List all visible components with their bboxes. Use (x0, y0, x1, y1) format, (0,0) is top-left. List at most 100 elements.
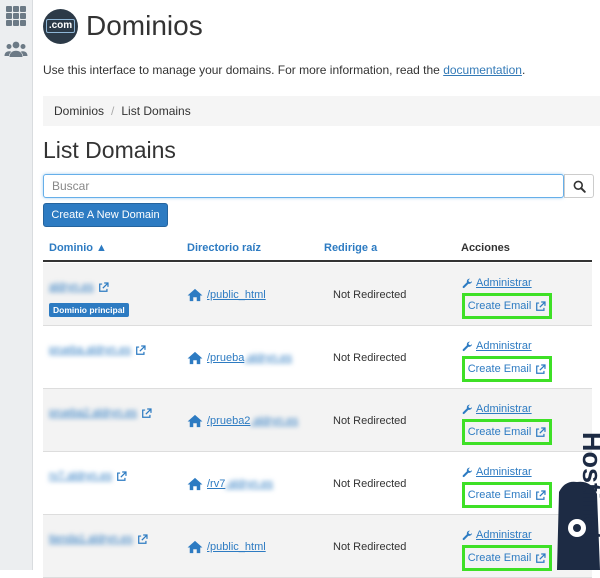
external-link-icon (536, 489, 546, 500)
wrench-icon (462, 530, 472, 540)
wrench-icon (462, 278, 472, 288)
docroot-path-suffix: .aldryn.es (225, 478, 274, 490)
create-email-button[interactable]: Create Email (462, 419, 552, 445)
external-link-icon (536, 300, 546, 311)
create-email-label: Create Email (467, 300, 532, 312)
breadcrumb: Dominios / List Domains (43, 96, 600, 126)
home-icon (187, 477, 203, 491)
manage-label: Administrar (476, 277, 532, 289)
column-header-domain[interactable]: Dominio ▲ (49, 242, 107, 254)
column-header-actions: Acciones (461, 242, 510, 254)
redirect-status: Not Redirected (333, 289, 407, 301)
domain-link[interactable]: aldryn.es (49, 281, 109, 293)
column-header-redirect[interactable]: Redirige a (324, 242, 377, 254)
manage-label: Administrar (476, 340, 532, 352)
manage-label: Administrar (476, 529, 532, 541)
create-email-label: Create Email (467, 552, 532, 564)
domain-name: tienda1.aldryn.es (49, 533, 133, 545)
create-email-label: Create Email (467, 426, 532, 438)
wrench-icon (462, 341, 472, 351)
search-input[interactable] (43, 174, 564, 198)
column-header-docroot[interactable]: Directorio raíz (187, 242, 261, 254)
external-link-icon (536, 363, 546, 374)
docroot-path: /public_html (207, 289, 266, 301)
table-header: Dominio ▲ Directorio raíz Redirige a Acc… (43, 236, 592, 262)
redirect-status: Not Redirected (333, 415, 407, 427)
breadcrumb-item-list-domains: List Domains (121, 104, 191, 118)
table-row: prueba2.aldryn.es/prueba2 .aldryn.es Not R… (43, 389, 592, 452)
external-link-icon (98, 281, 109, 292)
intro-text: Use this interface to manage your domain… (43, 63, 525, 77)
external-link-icon (137, 533, 148, 544)
table-row: tienda1.aldryn.es/public_html Not Redirec… (43, 515, 592, 578)
users-icon[interactable] (4, 37, 28, 61)
manage-label: Administrar (476, 403, 532, 415)
domain-link[interactable]: rv7.aldryn.es (49, 470, 127, 482)
page-header: .com Dominios (43, 6, 203, 46)
external-link-icon (117, 470, 127, 481)
docroot-link[interactable]: /rv7 .aldryn.es (187, 477, 273, 491)
domain-name: prueba2.aldryn.es (49, 407, 138, 419)
grid-icon[interactable] (4, 4, 28, 28)
breadcrumb-item-dominios[interactable]: Dominios (54, 104, 104, 118)
create-email-button[interactable]: Create Email (462, 293, 552, 319)
breadcrumb-separator: / (111, 104, 115, 118)
primary-domain-badge: Dominio principal (49, 303, 129, 317)
home-icon (187, 288, 203, 302)
external-link-icon (536, 426, 546, 437)
external-link-icon (536, 552, 546, 563)
create-domain-button[interactable]: Create A New Domain (43, 203, 168, 227)
documentation-link[interactable]: documentation (443, 63, 522, 77)
domain-link[interactable]: tienda1.aldryn.es (49, 533, 148, 545)
docroot-path: /public_html (207, 541, 266, 553)
external-link-icon (136, 344, 146, 355)
create-email-button[interactable]: Create Email (462, 356, 552, 382)
table-row: rv7.aldryn.es/rv7 .aldryn.es Not Redirecte… (43, 452, 592, 515)
docroot-path-suffix: .aldryn.es (250, 415, 299, 427)
docroot-link[interactable]: /public_html (187, 540, 266, 554)
home-icon (187, 351, 203, 365)
domains-logo-icon: .com (43, 8, 78, 44)
create-email-label: Create Email (467, 363, 532, 375)
docroot-path: /prueba (207, 352, 245, 364)
manage-link[interactable]: Administrar (462, 529, 532, 541)
sidebar (0, 0, 33, 570)
section-title: List Domains (43, 137, 176, 163)
domain-name: rv7.aldryn.es (49, 470, 112, 482)
manage-link[interactable]: Administrar (462, 277, 532, 289)
wrench-icon (462, 467, 472, 477)
create-email-button[interactable]: Create Email (462, 482, 552, 508)
intro-description: Use this interface to manage your domain… (43, 63, 440, 77)
home-icon (187, 414, 203, 428)
redirect-status: Not Redirected (333, 478, 407, 490)
docroot-link[interactable]: /public_html (187, 288, 266, 302)
table-row: prueba.aldryn.es/prueba .aldryn.es Not Red… (43, 326, 592, 389)
domain-name: prueba.aldryn.es (49, 344, 131, 356)
manage-link[interactable]: Administrar (462, 340, 532, 352)
docroot-link[interactable]: /prueba2 .aldryn.es (187, 414, 298, 428)
redirect-status: Not Redirected (333, 541, 407, 553)
external-link-icon (142, 407, 152, 418)
domain-link[interactable]: prueba2.aldryn.es (49, 407, 152, 419)
redirect-status: Not Redirected (333, 352, 407, 364)
search-button[interactable] (564, 174, 594, 198)
create-email-label: Create Email (467, 489, 532, 501)
docroot-link[interactable]: /prueba .aldryn.es (187, 351, 292, 365)
docroot-path: /rv7 (207, 478, 226, 490)
domain-link[interactable]: prueba.aldryn.es (49, 344, 146, 356)
search-icon (573, 180, 586, 193)
table-row: aldryn.es Dominio principal/public_html No… (43, 263, 592, 326)
wrench-icon (462, 404, 472, 414)
manage-link[interactable]: Administrar (462, 403, 532, 415)
page-title: Dominios (86, 10, 203, 41)
docroot-path-suffix: .aldryn.es (244, 352, 293, 364)
main-content: .com Dominios Use this interface to mana… (43, 0, 600, 578)
logo-text: .com (45, 19, 76, 33)
manage-link[interactable]: Administrar (462, 466, 532, 478)
manage-label: Administrar (476, 466, 532, 478)
docroot-path: /prueba2 (207, 415, 251, 427)
create-email-button[interactable]: Create Email (462, 545, 552, 571)
hostinet-watermark: Hostinet (557, 432, 600, 570)
home-icon (187, 540, 203, 554)
intro-trailing: . (521, 63, 526, 77)
